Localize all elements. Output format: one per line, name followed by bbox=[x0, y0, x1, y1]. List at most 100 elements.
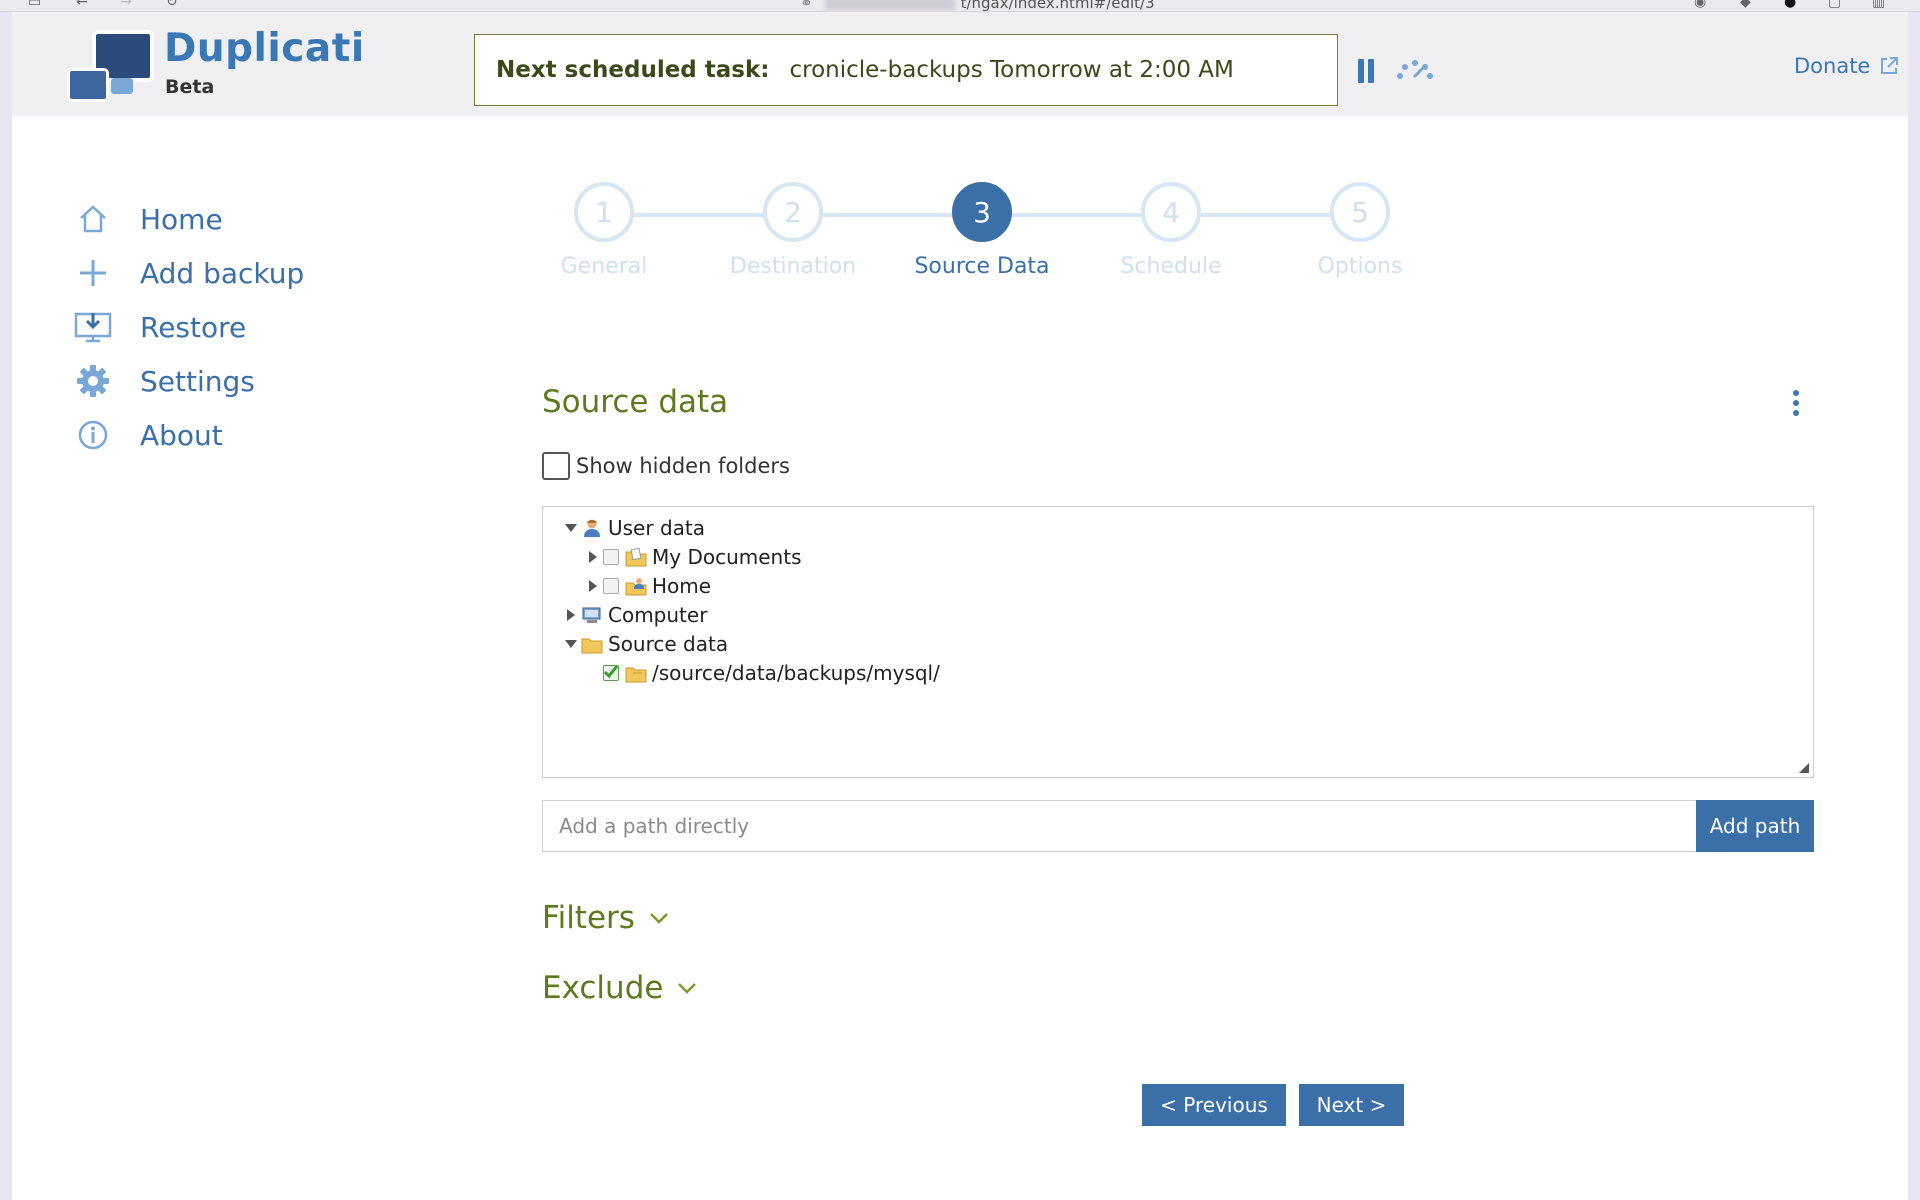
tree-checkbox[interactable] bbox=[603, 548, 619, 565]
section-title: Source data bbox=[542, 384, 729, 420]
info-icon bbox=[72, 414, 114, 456]
sidebar-item-label: Add backup bbox=[140, 256, 305, 290]
tree-node-source-data[interactable]: Source data bbox=[561, 629, 728, 658]
brand-subtitle: Beta bbox=[165, 76, 215, 98]
sidebar-nav: Home Add backup Restore Settings About bbox=[72, 192, 432, 462]
folder-tree[interactable]: User data My Documents Home Computer Sou… bbox=[542, 506, 1814, 778]
step-label: Options bbox=[1317, 254, 1403, 279]
documents-folder-icon bbox=[625, 547, 647, 566]
expanded-arrow-icon[interactable] bbox=[561, 523, 581, 533]
step-source-data[interactable]: 3 Source Data bbox=[882, 182, 1082, 279]
exclude-label: Exclude bbox=[542, 970, 664, 1006]
url-text: t/ngax/index.html#/edit/3 bbox=[960, 0, 1155, 12]
schedule-label: Next scheduled task: bbox=[496, 57, 770, 83]
wizard-steps: 1 General 2 Destination 3 Source Data 4 … bbox=[522, 182, 1422, 302]
add-path-input[interactable] bbox=[542, 800, 1698, 852]
plus-icon bbox=[72, 252, 114, 294]
sidebar-item-restore[interactable]: Restore bbox=[72, 300, 432, 354]
throttle-icon[interactable] bbox=[1394, 58, 1436, 82]
checkbox-box[interactable] bbox=[542, 452, 570, 480]
add-path-button[interactable]: Add path bbox=[1696, 800, 1814, 852]
exclude-toggle[interactable]: Exclude bbox=[542, 970, 697, 1006]
schedule-value: cronicle-backups Tomorrow at 2:00 AM bbox=[789, 57, 1234, 83]
collapsed-arrow-icon[interactable] bbox=[561, 608, 581, 622]
browser-toolbar: ▭ ← → ↻ ⚭ t/ngax/index.html#/edit/3 ◉ ◆ ●… bbox=[0, 0, 1920, 12]
chevron-down-icon bbox=[650, 913, 668, 924]
gear-icon bbox=[72, 360, 114, 402]
step-label: General bbox=[560, 254, 648, 279]
user-icon bbox=[584, 519, 600, 537]
tree-checkbox[interactable] bbox=[603, 577, 619, 594]
collapsed-arrow-icon[interactable] bbox=[583, 550, 603, 564]
tree-label: Home bbox=[652, 573, 712, 598]
address-bar[interactable]: ⚭ t/ngax/index.html#/edit/3 bbox=[800, 0, 1155, 12]
step-options[interactable]: 5 Options bbox=[1260, 182, 1460, 279]
extension-icon[interactable]: ● bbox=[1784, 0, 1796, 10]
step-label: Destination bbox=[729, 254, 857, 279]
previous-button[interactable]: < Previous bbox=[1142, 1084, 1286, 1126]
link-icon: ⚭ bbox=[800, 0, 813, 12]
expanded-arrow-icon[interactable] bbox=[561, 639, 581, 649]
url-redacted bbox=[824, 0, 955, 10]
extension-icon[interactable]: ▢ bbox=[1828, 0, 1841, 10]
home-icon bbox=[72, 198, 114, 240]
folder-icon bbox=[625, 667, 647, 682]
donate-link[interactable]: Donate bbox=[1794, 54, 1899, 78]
app-header: Duplicati Beta Next scheduled task: cron… bbox=[12, 12, 1908, 116]
filters-toggle[interactable]: Filters bbox=[542, 900, 669, 936]
step-number: 4 bbox=[1141, 182, 1201, 242]
restore-icon bbox=[72, 306, 114, 348]
duplicati-logo[interactable] bbox=[67, 30, 167, 110]
tree-node-selected-path[interactable]: /source/data/backups/mysql/ bbox=[603, 658, 940, 687]
step-number: 3 bbox=[952, 182, 1012, 242]
computer-icon bbox=[582, 607, 601, 623]
next-button[interactable]: Next > bbox=[1299, 1084, 1404, 1126]
step-destination[interactable]: 2 Destination bbox=[693, 182, 893, 279]
home-folder-icon bbox=[625, 577, 647, 595]
tree-node-home[interactable]: Home bbox=[583, 571, 711, 600]
sidebar-toggle-icon[interactable]: ▭ bbox=[28, 0, 41, 10]
tree-node-my-documents[interactable]: My Documents bbox=[583, 542, 801, 571]
tree-node-computer[interactable]: Computer bbox=[561, 600, 707, 629]
reload-icon[interactable]: ↻ bbox=[166, 0, 178, 10]
sidebar-item-settings[interactable]: Settings bbox=[72, 354, 432, 408]
step-number: 2 bbox=[763, 182, 823, 242]
tree-label: My Documents bbox=[652, 544, 802, 569]
sidebar-item-about[interactable]: About bbox=[72, 408, 432, 462]
sidebar-item-label: Home bbox=[140, 202, 223, 236]
checkbox-label: Show hidden folders bbox=[576, 454, 790, 478]
tree-checkbox-checked[interactable] bbox=[603, 664, 619, 681]
donate-label: Donate bbox=[1794, 54, 1871, 78]
forward-icon[interactable]: → bbox=[120, 0, 132, 10]
next-scheduled-task: Next scheduled task: cronicle-backups To… bbox=[474, 34, 1338, 106]
brand-name: Duplicati bbox=[164, 26, 365, 71]
step-label: Schedule bbox=[1120, 254, 1222, 279]
tree-label: Source data bbox=[608, 631, 729, 656]
back-icon[interactable]: ← bbox=[76, 0, 88, 10]
sidebar-item-add-backup[interactable]: Add backup bbox=[72, 246, 432, 300]
resize-grip-icon[interactable] bbox=[1799, 763, 1809, 773]
step-general[interactable]: 1 General bbox=[504, 182, 704, 279]
tree-label: Computer bbox=[608, 602, 708, 627]
filters-label: Filters bbox=[542, 900, 635, 936]
extension-icon[interactable]: ◉ bbox=[1694, 0, 1706, 10]
step-label: Source Data bbox=[914, 254, 1050, 279]
checkmark-icon bbox=[603, 664, 619, 678]
sidebar-item-label: About bbox=[140, 418, 223, 452]
external-link-icon bbox=[1881, 57, 1899, 74]
tabs-icon[interactable]: ▥ bbox=[1872, 0, 1885, 10]
app-window: Duplicati Beta Next scheduled task: cron… bbox=[12, 12, 1908, 1200]
pause-icon[interactable] bbox=[1358, 59, 1378, 83]
tree-node-user-data[interactable]: User data bbox=[561, 513, 705, 542]
tree-label: User data bbox=[608, 515, 705, 540]
folder-icon bbox=[581, 638, 603, 653]
extension-icon[interactable]: ◆ bbox=[1740, 0, 1751, 10]
chevron-down-icon bbox=[678, 983, 697, 994]
step-number: 5 bbox=[1330, 182, 1390, 242]
sidebar-item-home[interactable]: Home bbox=[72, 192, 432, 246]
sidebar-item-label: Restore bbox=[140, 310, 247, 344]
collapsed-arrow-icon[interactable] bbox=[583, 579, 603, 593]
more-options-icon[interactable] bbox=[1790, 390, 1802, 420]
show-hidden-folders-checkbox[interactable]: Show hidden folders bbox=[542, 452, 790, 480]
step-schedule[interactable]: 4 Schedule bbox=[1071, 182, 1271, 279]
